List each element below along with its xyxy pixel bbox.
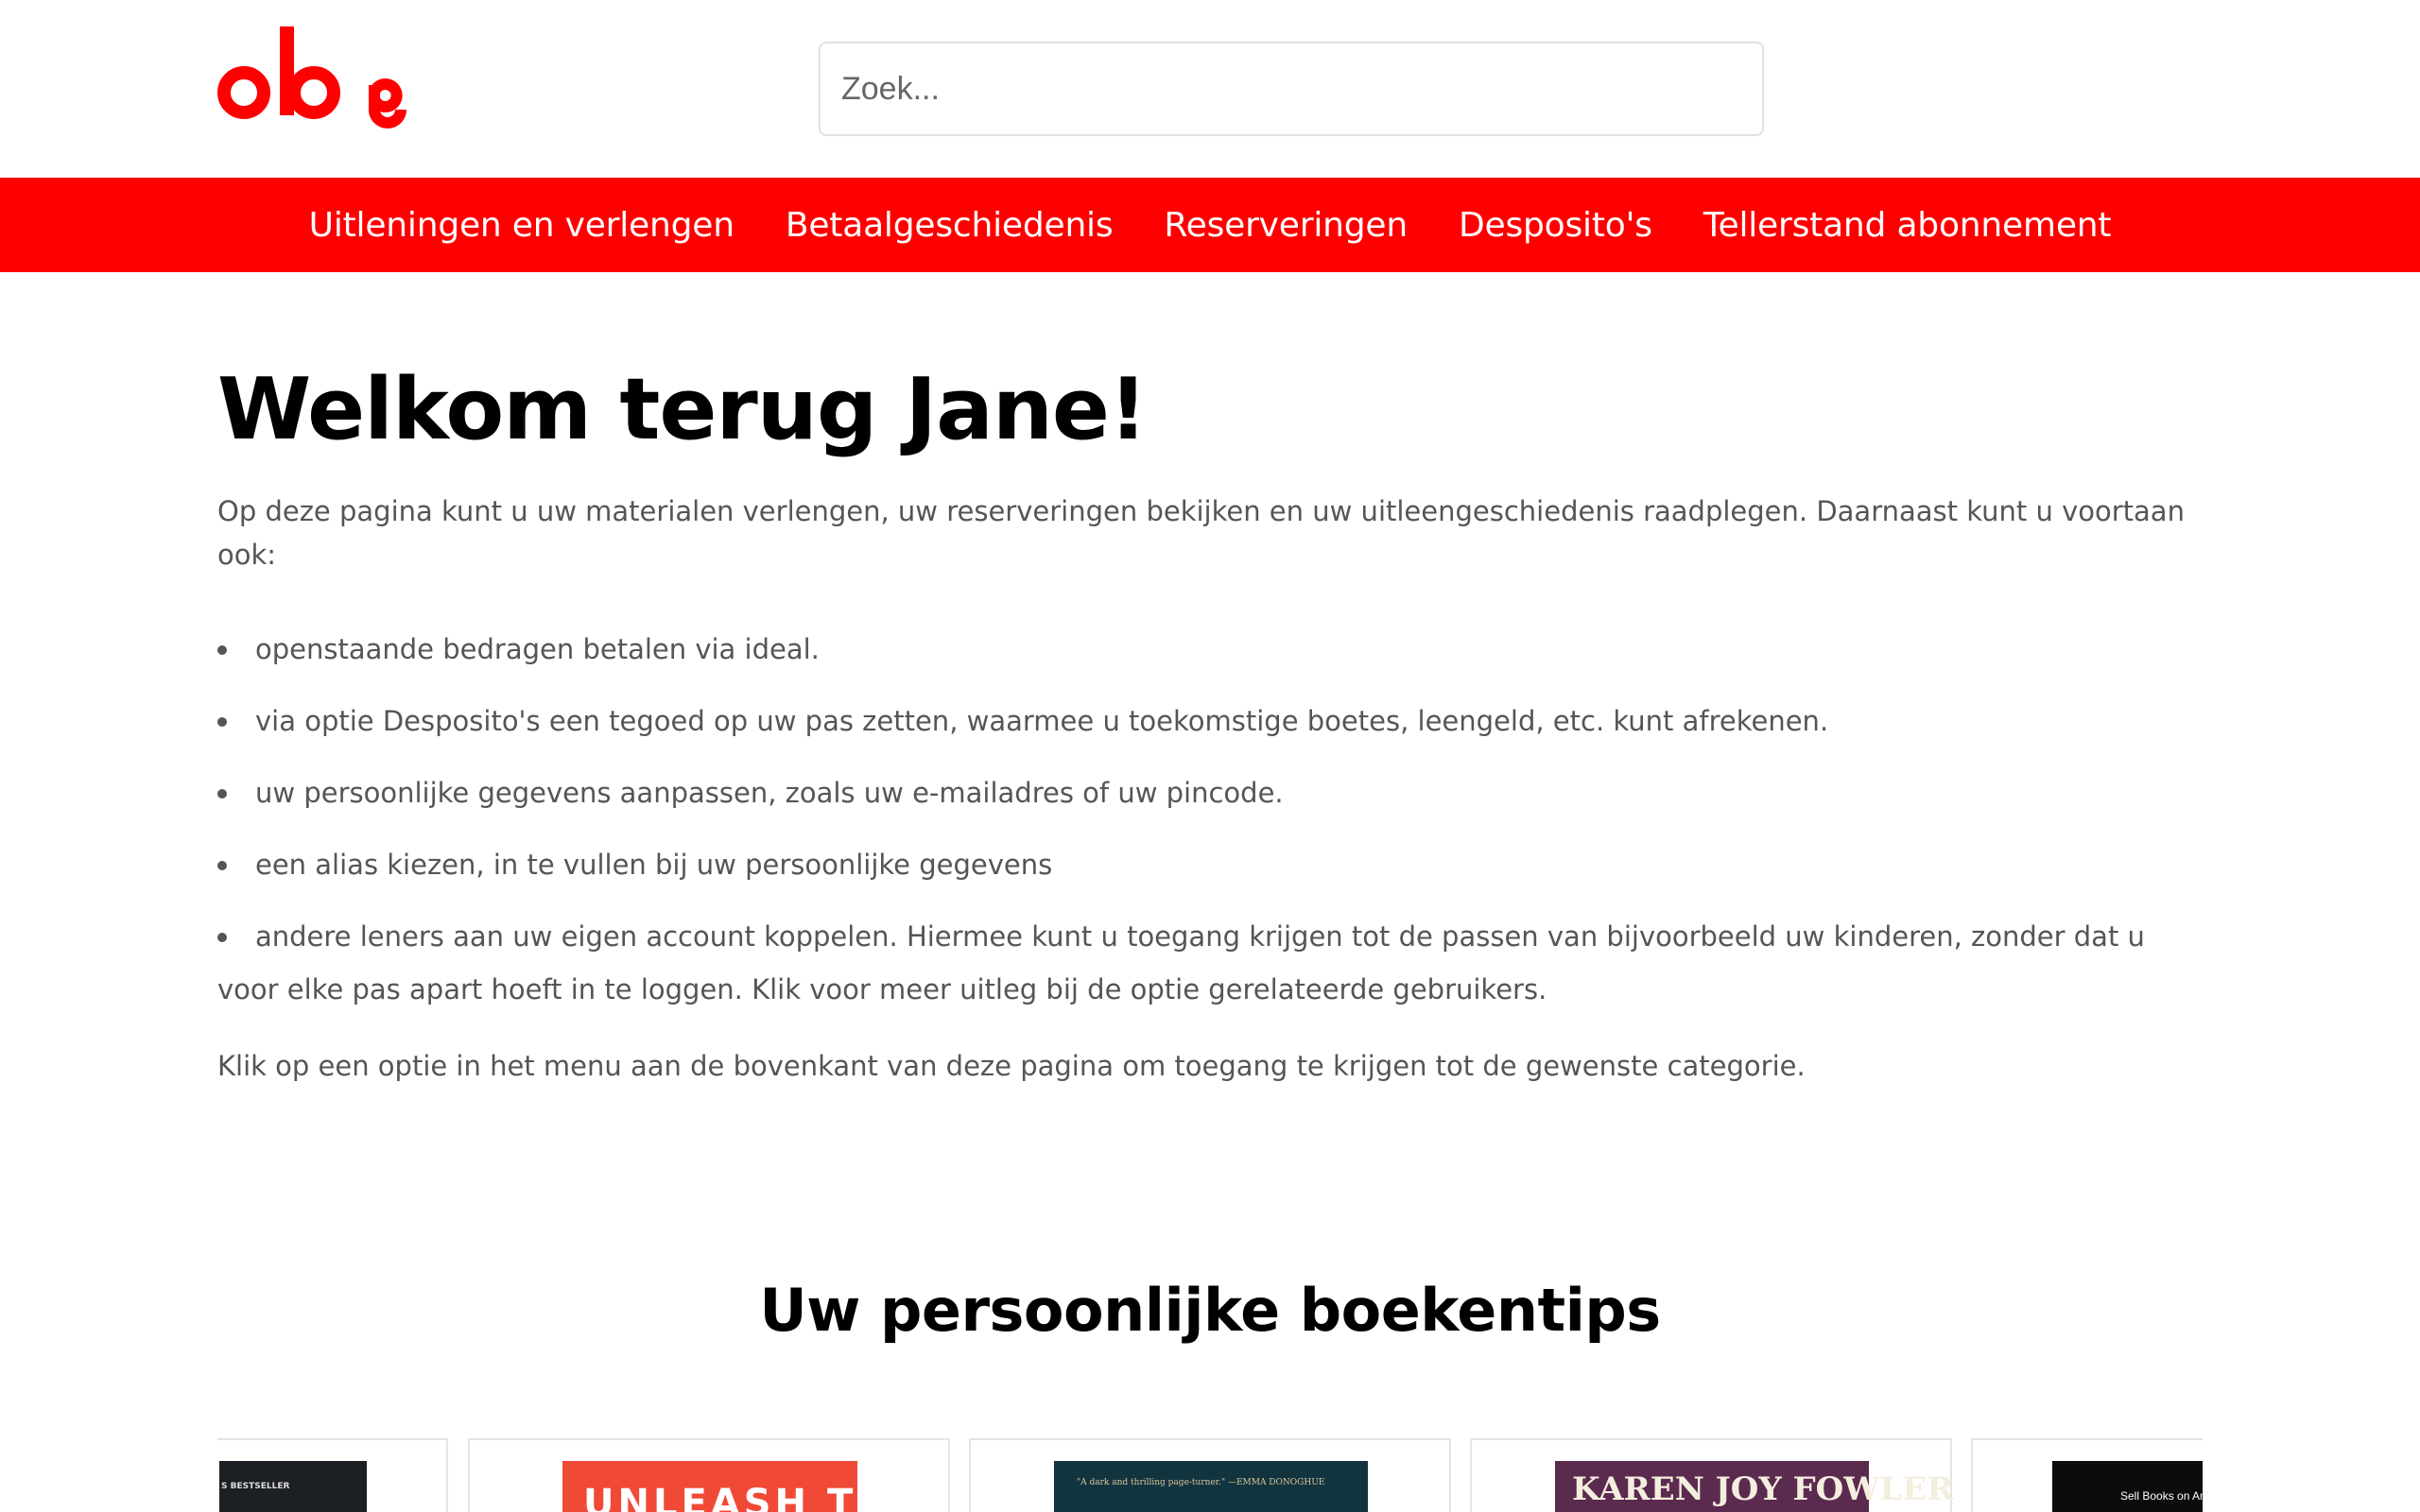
book-cover[interactable]: UNLEASH THE bbox=[562, 1461, 918, 1512]
list-item: via optie Desposito's een tegoed op uw p… bbox=[217, 695, 2203, 747]
book-card[interactable]: UNLEASH THE bbox=[468, 1438, 950, 1512]
book-cover-text: KAREN JOY FOWLER bbox=[1572, 1470, 1954, 1508]
list-item: openstaande bedragen betalen via ideal. bbox=[217, 623, 2203, 676]
nav-item-reserveringen[interactable]: Reserveringen bbox=[1164, 206, 1408, 245]
book-cover-text: "A dark and thrilling page-turner." —EMM… bbox=[1077, 1478, 1325, 1487]
main-content: Welkom terug Jane! Op deze pagina kunt u… bbox=[217, 359, 2203, 1088]
book-card[interactable]: "A dark and thrilling page-turner." —EMM… bbox=[969, 1438, 1451, 1512]
page-title: Welkom terug Jane! bbox=[217, 360, 1148, 459]
book-cover[interactable]: "A dark and thrilling page-turner." —EMM… bbox=[1054, 1461, 1368, 1512]
intro-text: Op deze pagina kunt u uw materialen verl… bbox=[217, 495, 2185, 572]
feature-list: openstaande bedragen betalen via ideal. … bbox=[217, 623, 2203, 1016]
nav-item-tellerstand[interactable]: Tellerstand abonnement bbox=[1703, 206, 2112, 245]
book-cover[interactable]: Sell Books on Am bbox=[2052, 1461, 2203, 1512]
list-item: andere leners aan uw eigen account koppe… bbox=[217, 910, 2203, 1016]
book-card[interactable]: Sell Books on Am bbox=[1971, 1438, 2203, 1512]
book-cover[interactable]: S BESTSELLER bbox=[219, 1461, 367, 1512]
search-input[interactable] bbox=[819, 42, 1764, 136]
book-carousel[interactable]: S BESTSELLER UNLEASH THE "A dark and thr… bbox=[217, 1438, 2203, 1512]
outro-text: Klik op een optie in het menu aan de bov… bbox=[217, 1049, 1806, 1082]
list-item: uw persoonlijke gegevens aanpassen, zoal… bbox=[217, 766, 2203, 819]
book-cover[interactable]: KAREN JOY FOWLER bbox=[1555, 1461, 1953, 1512]
nav-item-betaalgeschiedenis[interactable]: Betaalgeschiedenis bbox=[786, 206, 1114, 245]
recommendations-title: Uw persoonlijke boekentips bbox=[759, 1276, 1661, 1345]
book-card[interactable]: KAREN JOY FOWLER bbox=[1470, 1438, 1953, 1512]
list-item: een alias kiezen, in te vullen bij uw pe… bbox=[217, 838, 2203, 891]
nav-item-uitleningen[interactable]: Uitleningen en verlengen bbox=[309, 206, 735, 245]
nav-item-desposito[interactable]: Desposito's bbox=[1459, 206, 1652, 245]
site-header: oba bbox=[0, 0, 2420, 178]
main-nav: Uitleningen en verlengen Betaalgeschiede… bbox=[0, 178, 2420, 272]
book-cover-text: Sell Books on Am bbox=[2120, 1489, 2203, 1503]
book-cover-text: UNLEASH THE bbox=[583, 1482, 923, 1512]
oba-logo[interactable]: oba bbox=[216, 25, 410, 130]
book-card[interactable]: S BESTSELLER bbox=[217, 1438, 448, 1512]
book-cover-text: S BESTSELLER bbox=[221, 1482, 290, 1491]
